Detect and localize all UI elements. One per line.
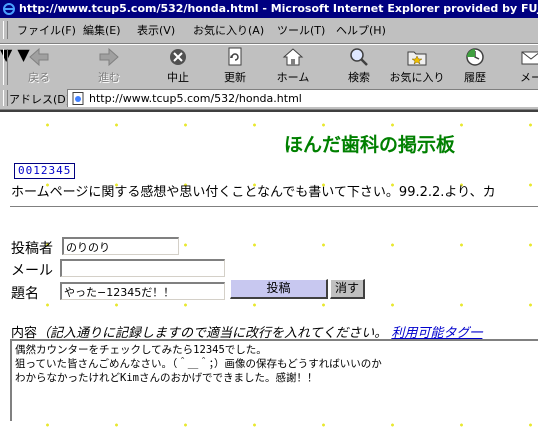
access-counter: 0012345: [14, 163, 76, 179]
home-button[interactable]: ホーム: [270, 47, 316, 87]
subject-field[interactable]: やった−12345だ！！: [60, 282, 225, 300]
menu-view[interactable]: 表示(V): [137, 18, 175, 43]
browser-content: ほんだ歯科の掲示板 0012345 ホームページに関する感想や思い付くことなんで…: [0, 110, 538, 427]
email-field[interactable]: [60, 259, 225, 277]
menu-favorites[interactable]: お気に入り(A): [193, 18, 264, 43]
addressbar-grip[interactable]: [3, 90, 8, 106]
ie-logo-icon: [3, 3, 15, 15]
address-bar: アドレス(D) http://www.tcup5.com/532/honda.h…: [0, 88, 538, 110]
intro-text: ホームページに関する感想や思い付くことなんでも書いて下さい。99.2.2.より、…: [11, 185, 496, 200]
standard-toolbar: 戻る ▼ 進む ▼ 中止 更新 ホーム 検索 お気に入り 履歴 メー: [0, 44, 538, 90]
mail-label: メール: [11, 263, 53, 279]
search-icon: [350, 48, 368, 66]
menu-edit[interactable]: 編集(E): [83, 18, 121, 43]
window-titlebar: http://www.tcup5.com/532/honda.html - Mi…: [0, 0, 538, 18]
message-line: 狙っていた皆さんごめんなさい。（＾＿＾；）画像の保存もどうすればいいのか: [15, 358, 382, 370]
refresh-icon: [228, 47, 242, 66]
clear-button[interactable]: 消す: [330, 279, 365, 299]
message-line: 偶然カウンターをチェックしてみたら12345でした。: [15, 344, 267, 356]
address-url: http://www.tcup5.com/532/honda.html: [89, 92, 302, 105]
forward-label: 進む: [98, 71, 120, 84]
favorites-folder-icon: [407, 51, 427, 66]
menu-help[interactable]: ヘルプ(H): [336, 18, 386, 43]
mail-icon: [521, 51, 538, 65]
back-label: 戻る: [28, 71, 50, 84]
history-button[interactable]: 履歴: [452, 47, 498, 87]
subject-label: 題名: [11, 286, 39, 302]
home-icon: [282, 48, 304, 66]
address-label: アドレス(D): [9, 93, 71, 106]
home-label: ホーム: [276, 71, 310, 84]
back-button[interactable]: 戻る: [16, 47, 62, 87]
favorites-button[interactable]: お気に入り: [388, 47, 446, 87]
stop-label: 中止: [167, 71, 189, 84]
menubar-grip[interactable]: [3, 21, 8, 39]
window-title: http://www.tcup5.com/532/honda.html - Mi…: [19, 2, 538, 15]
history-label: 履歴: [464, 71, 486, 84]
page-title: ほんだ歯科の掲示板: [284, 134, 456, 156]
message-textarea[interactable]: 偶然カウンターをチェックしてみたら12345でした。 狙っていた皆さんごめんなさ…: [10, 339, 538, 421]
toolbar-grip[interactable]: [3, 49, 8, 85]
refresh-label: 更新: [224, 71, 246, 84]
message-line: わからなかったけれどKimさんのおかげでできました。感謝！！: [15, 372, 318, 384]
submit-button[interactable]: 投稿: [230, 279, 328, 299]
forward-arrow-icon: [99, 47, 119, 67]
menu-file[interactable]: ファイル(F): [17, 18, 76, 43]
menu-bar: ファイル(F) 編集(E) 表示(V) お気に入り(A) ツール(T) ヘルプ(…: [0, 18, 538, 44]
author-field[interactable]: のりのり: [62, 237, 179, 255]
address-input[interactable]: http://www.tcup5.com/532/honda.html: [67, 89, 538, 107]
search-button[interactable]: 検索: [336, 47, 382, 87]
stop-button[interactable]: 中止: [156, 47, 200, 87]
back-arrow-icon: [29, 47, 49, 67]
history-icon: [466, 48, 484, 66]
page-icon: [72, 92, 84, 105]
mail-button[interactable]: メー: [516, 47, 538, 87]
author-label: 投稿者: [11, 241, 53, 257]
stop-icon: [170, 49, 186, 65]
search-label: 検索: [348, 71, 370, 84]
mail-label: メー: [520, 71, 538, 84]
refresh-button[interactable]: 更新: [212, 47, 258, 87]
favorites-label: お気に入り: [389, 71, 445, 84]
divider: [10, 206, 538, 208]
forward-button[interactable]: 進む: [86, 47, 132, 87]
menu-tools[interactable]: ツール(T): [277, 18, 325, 43]
